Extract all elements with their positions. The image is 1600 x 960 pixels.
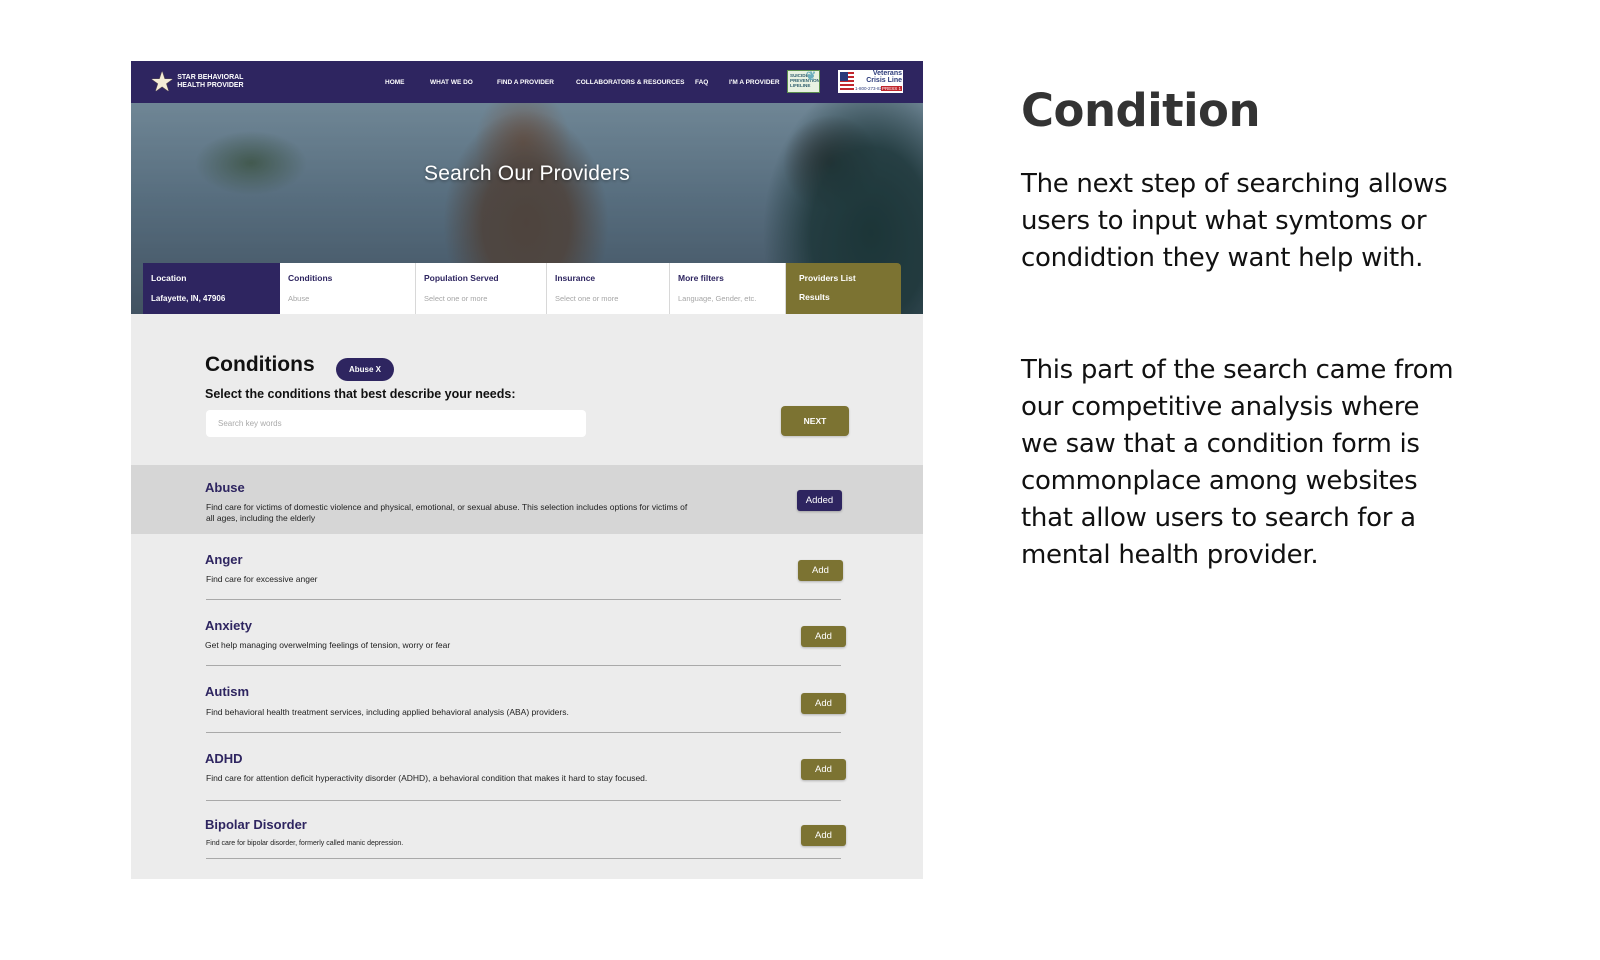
veterans-crisis-line-badge[interactable]: Veterans Crisis Line 1-800-273-8255 PRES… xyxy=(838,70,903,93)
selected-condition-chip[interactable]: Abuse X xyxy=(336,358,394,381)
condition-name: Autism xyxy=(205,684,250,699)
condition-name: ADHD xyxy=(205,751,243,766)
filter-label: Conditions xyxy=(288,273,333,283)
case-study-paragraph-2: This part of the search came from our co… xyxy=(1021,355,1454,570)
filter-value: Select one or more xyxy=(424,294,488,303)
case-study-title: Condition xyxy=(1021,84,1261,137)
nav-link-collaborators[interactable]: COLLABORATORS & RESOURCES xyxy=(576,79,684,86)
divider xyxy=(206,858,841,859)
condition-row-anxiety: Anxiety Get help managing overwelming fe… xyxy=(131,600,923,666)
add-button[interactable]: Add xyxy=(801,759,846,780)
veterans-badge-press: PRESS 1 xyxy=(880,86,902,91)
condition-description: Get help managing overwelming feelings o… xyxy=(205,640,451,650)
case-study-paragraph-1: The next step of searching allows users … xyxy=(1021,169,1448,273)
filter-tab-more-filters[interactable]: More filters Language, Gender, etc. xyxy=(670,263,786,314)
filter-label: Location xyxy=(151,273,187,283)
added-button[interactable]: Added xyxy=(797,490,842,511)
add-button[interactable]: Add xyxy=(801,626,846,647)
condition-description: Find care for bipolar disorder, formerly… xyxy=(206,840,404,847)
filter-label: Providers List xyxy=(799,273,856,283)
condition-name: Bipolar Disorder xyxy=(205,817,307,832)
add-button[interactable]: Add xyxy=(801,825,846,846)
nav-link-faq[interactable]: FAQ xyxy=(695,79,708,86)
logo[interactable]: ★ STAR BEHAVIORAL HEALTH PROVIDER xyxy=(150,67,247,97)
condition-description: Find care for excessive anger xyxy=(206,574,318,584)
condition-row-bipolar-disorder: Bipolar Disorder Find care for bipolar d… xyxy=(131,801,923,867)
filter-value: Language, Gender, etc. xyxy=(678,294,757,303)
nav-link-im-a-provider[interactable]: I'M A PROVIDER xyxy=(729,79,780,86)
filter-value: Abuse xyxy=(288,294,310,303)
condition-name: Anxiety xyxy=(205,618,252,633)
filter-label: Insurance xyxy=(555,273,596,283)
veterans-badge-title: Veterans Crisis Line xyxy=(866,70,902,84)
ribbon-icon: ❦ xyxy=(805,70,816,83)
nav-link-what-we-do[interactable]: WHAT WE DO xyxy=(430,79,473,86)
filter-tab-conditions[interactable]: Conditions Abuse xyxy=(280,263,416,314)
filter-value: Select one or more xyxy=(555,294,619,303)
condition-description: Find care for victims of domestic violen… xyxy=(206,502,688,523)
filter-label: More filters xyxy=(678,273,724,283)
condition-row-anger: Anger Find care for excessive anger Add xyxy=(131,534,923,600)
filter-value: Lafayette, IN, 47906 xyxy=(151,294,226,303)
filter-label: Population Served xyxy=(424,273,499,283)
condition-row-autism: Autism Find behavioral health treatment … xyxy=(131,666,923,733)
next-button[interactable]: NEXT xyxy=(781,406,849,436)
condition-name: Anger xyxy=(205,552,243,567)
nav-link-find-provider[interactable]: FIND A PROVIDER xyxy=(497,79,554,86)
flag-icon xyxy=(840,72,854,90)
search-input[interactable] xyxy=(206,410,586,437)
hero-title: Search Our Providers xyxy=(424,162,630,185)
star-icon: ★ xyxy=(150,67,175,97)
filter-value: Results xyxy=(799,292,830,302)
condition-description: Find behavioral health treatment service… xyxy=(206,707,569,717)
logo-text: STAR BEHAVIORAL HEALTH PROVIDER xyxy=(177,74,244,89)
conditions-title: Conditions xyxy=(205,353,315,376)
filter-tab-insurance[interactable]: Insurance Select one or more xyxy=(547,263,670,314)
top-nav: ★ STAR BEHAVIORAL HEALTH PROVIDER HOME W… xyxy=(131,61,923,103)
condition-row-abuse: Abuse Find care for victims of domestic … xyxy=(131,465,923,534)
conditions-subtitle: Select the conditions that best describe… xyxy=(205,387,516,401)
filter-tab-providers-results[interactable]: Providers List Results xyxy=(786,263,901,314)
nav-link-home[interactable]: HOME xyxy=(385,79,405,86)
add-button[interactable]: Add xyxy=(798,560,843,581)
filter-tab-location[interactable]: Location Lafayette, IN, 47906 xyxy=(143,263,280,314)
add-button[interactable]: Add xyxy=(801,693,846,714)
website-mockup: ★ STAR BEHAVIORAL HEALTH PROVIDER HOME W… xyxy=(131,61,923,879)
filter-tab-population-served[interactable]: Population Served Select one or more xyxy=(416,263,547,314)
condition-description: Find care for attention deficit hyperact… xyxy=(206,773,648,783)
condition-name: Abuse xyxy=(205,480,245,495)
suicide-lifeline-badge[interactable]: SUICIDE PREVENTION LIFELINE ❦ xyxy=(787,70,820,93)
condition-row-adhd: ADHD Find care for attention deficit hyp… xyxy=(131,733,923,801)
search-filter-bar: Location Lafayette, IN, 47906 Conditions… xyxy=(143,263,901,314)
